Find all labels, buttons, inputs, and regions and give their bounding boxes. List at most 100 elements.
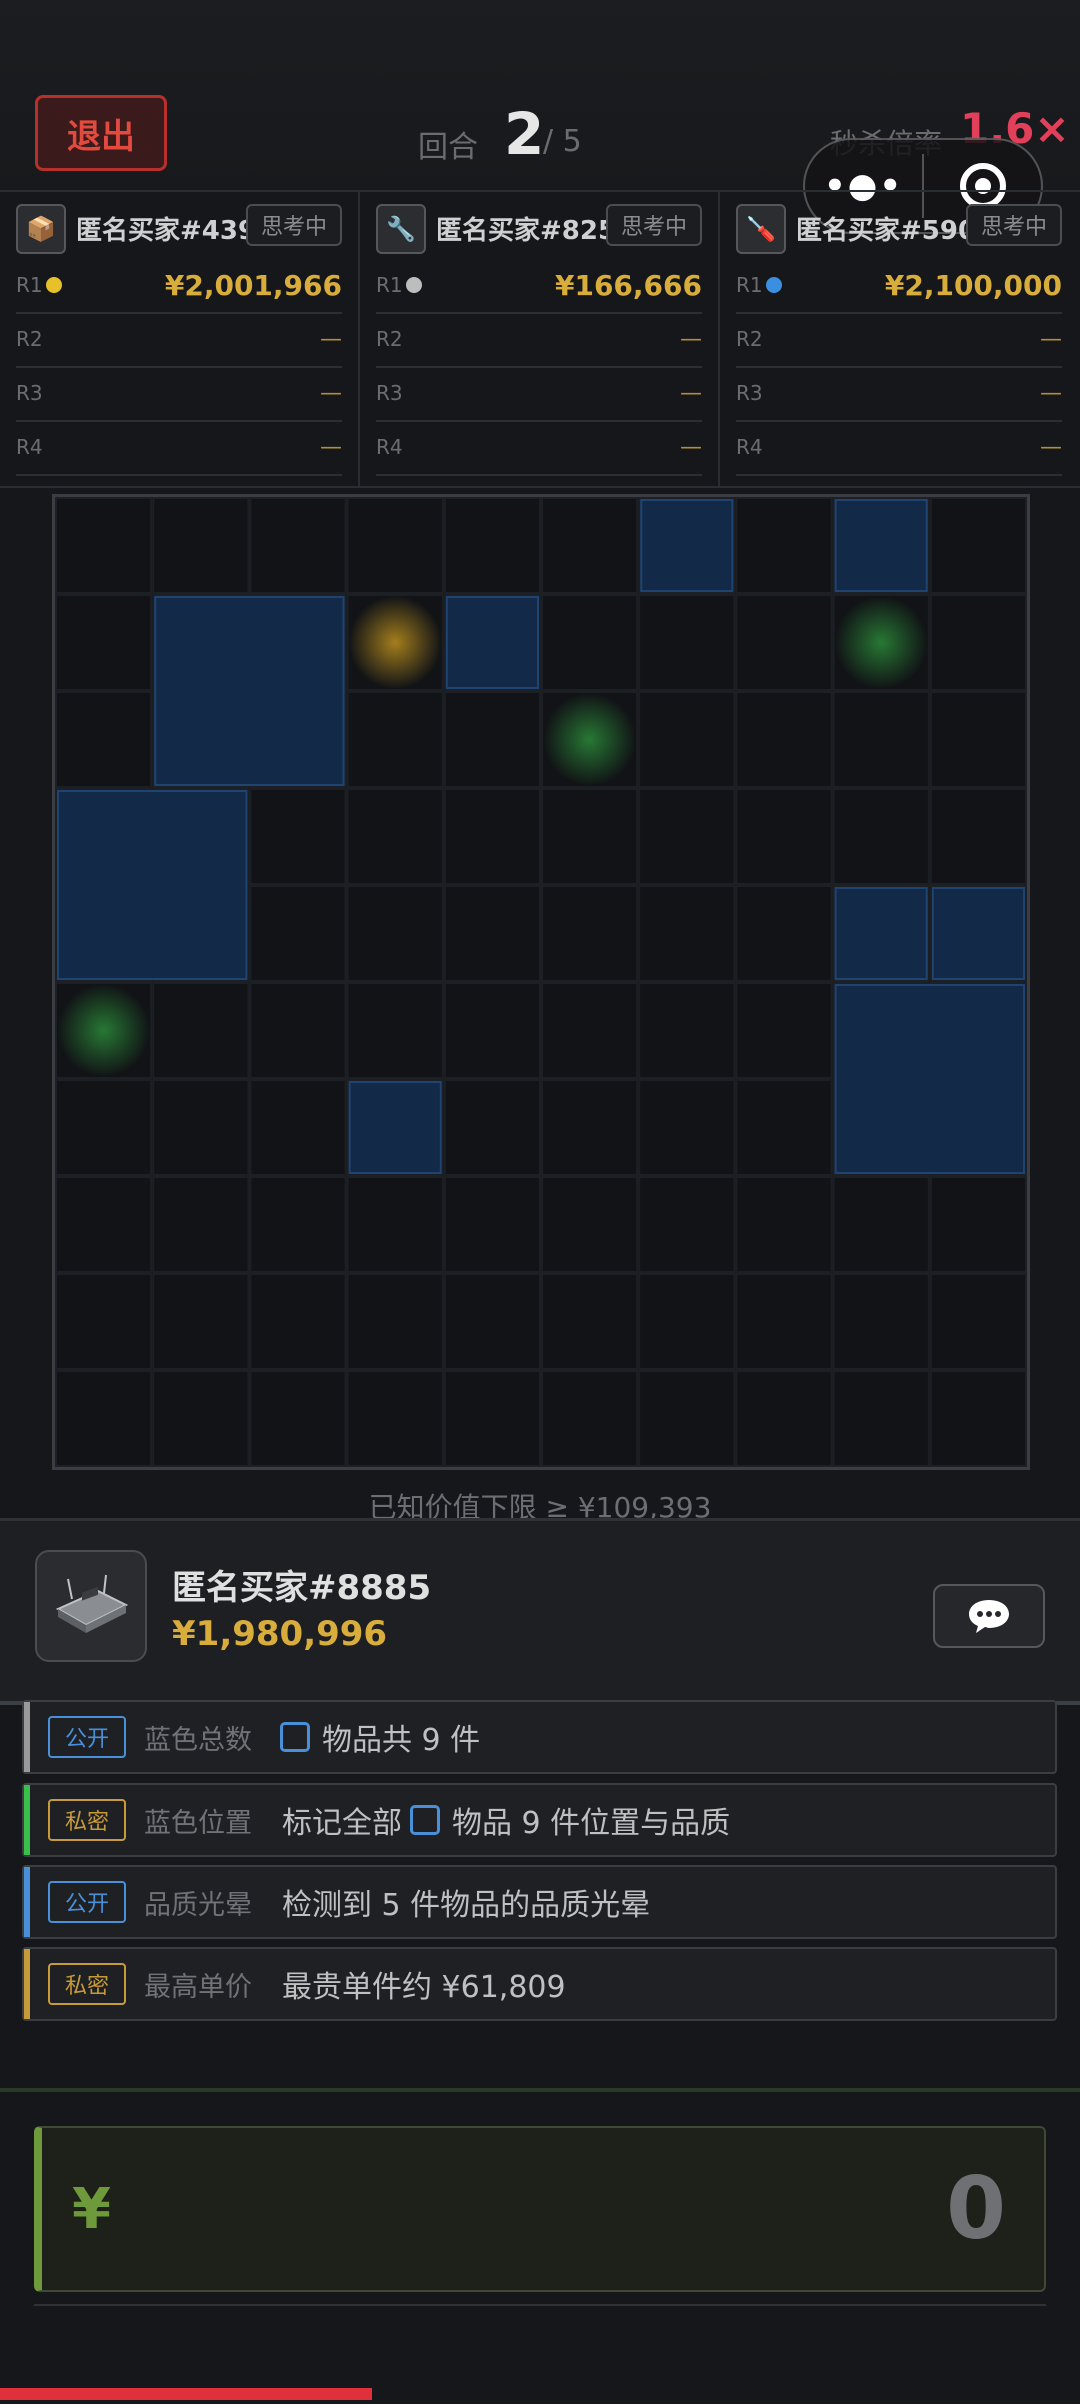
grid-cell[interactable]	[346, 691, 444, 788]
grid-cell[interactable]	[929, 497, 1027, 594]
grid-cell[interactable]	[541, 1370, 639, 1467]
grid-cell[interactable]	[346, 885, 444, 982]
grid-cell[interactable]	[735, 788, 833, 885]
grid-cell[interactable]	[638, 691, 736, 788]
grid-cell[interactable]	[638, 1273, 736, 1370]
grid-cell[interactable]	[55, 594, 153, 691]
grid-cell[interactable]	[443, 497, 541, 594]
grid-cell[interactable]	[735, 1370, 833, 1467]
blue-item-block[interactable]	[348, 1081, 442, 1174]
grid-cell[interactable]	[249, 982, 347, 1079]
grid-cell[interactable]	[346, 1273, 444, 1370]
grid-cell[interactable]	[346, 1370, 444, 1467]
grid-cell[interactable]	[929, 594, 1027, 691]
grid-cell[interactable]	[55, 1079, 153, 1176]
grid-cell[interactable]	[249, 1079, 347, 1176]
grid-cell[interactable]	[929, 1176, 1027, 1273]
grid-cell[interactable]	[638, 1176, 736, 1273]
blue-square-icon	[410, 1805, 440, 1835]
grid-cell[interactable]	[443, 1273, 541, 1370]
round-index: R3	[376, 381, 403, 405]
grid-cell[interactable]	[443, 982, 541, 1079]
grid-cell[interactable]	[929, 788, 1027, 885]
grid-cell[interactable]	[735, 982, 833, 1079]
grid-cell[interactable]	[346, 788, 444, 885]
grid-cell[interactable]	[152, 1079, 250, 1176]
grid-cell[interactable]	[735, 885, 833, 982]
round-index: R3	[16, 381, 43, 405]
grid-cell[interactable]	[638, 788, 736, 885]
exit-button[interactable]: 退出	[35, 95, 167, 171]
grid-cell[interactable]	[541, 1176, 639, 1273]
grid-cell[interactable]	[638, 885, 736, 982]
grid-cell[interactable]	[929, 691, 1027, 788]
grid-cell[interactable]	[832, 1273, 930, 1370]
round-bid-value: —	[320, 326, 342, 352]
grid-cell[interactable]	[55, 691, 153, 788]
grid-cell[interactable]	[541, 788, 639, 885]
grid-cell[interactable]	[638, 1079, 736, 1176]
grid-cell[interactable]	[55, 1176, 153, 1273]
grid-cell[interactable]	[735, 1176, 833, 1273]
blue-item-block[interactable]	[445, 596, 539, 689]
grid-cell[interactable]	[929, 1273, 1027, 1370]
grid-cell[interactable]	[541, 497, 639, 594]
blue-item-block[interactable]	[57, 790, 248, 980]
buyer-round-row: R1 ¥166,666	[376, 258, 702, 314]
grid-cell[interactable]	[541, 1273, 639, 1370]
grid-cell[interactable]	[541, 594, 639, 691]
grid-cell[interactable]	[541, 1079, 639, 1176]
grid-cell[interactable]	[152, 1273, 250, 1370]
grid-cell[interactable]	[443, 1370, 541, 1467]
grid-cell[interactable]	[443, 885, 541, 982]
grid-cell[interactable]	[443, 1176, 541, 1273]
quality-glow	[542, 692, 637, 787]
grid-cell[interactable]	[249, 1176, 347, 1273]
blue-item-block[interactable]	[154, 596, 345, 786]
grid-cell[interactable]	[346, 497, 444, 594]
grid-cell[interactable]	[832, 788, 930, 885]
grid-cell[interactable]	[735, 1273, 833, 1370]
grid-cell[interactable]	[443, 788, 541, 885]
grid-cell[interactable]	[735, 497, 833, 594]
grid-cell[interactable]	[929, 1370, 1027, 1467]
info-action: 标记全部	[282, 1806, 402, 1841]
blue-item-block[interactable]	[834, 984, 1025, 1174]
blue-item-block[interactable]	[640, 499, 734, 592]
chat-button[interactable]	[933, 1584, 1045, 1648]
grid-cell[interactable]	[735, 1079, 833, 1176]
grid-cell[interactable]	[735, 594, 833, 691]
blue-item-block[interactable]	[931, 887, 1025, 980]
grid-cell[interactable]	[638, 594, 736, 691]
grid-cell[interactable]	[152, 497, 250, 594]
grid-cell[interactable]	[832, 1370, 930, 1467]
grid-cell[interactable]	[152, 1176, 250, 1273]
buyer-status-badge: 思考中	[246, 204, 342, 246]
grid-cell[interactable]	[152, 1370, 250, 1467]
grid-cell[interactable]	[249, 497, 347, 594]
grid-cell[interactable]	[638, 1370, 736, 1467]
blue-item-block[interactable]	[834, 499, 928, 592]
grid-cell[interactable]	[346, 1176, 444, 1273]
grid-cell[interactable]	[55, 497, 153, 594]
grid-cell[interactable]	[249, 885, 347, 982]
round-bid-value: —	[680, 434, 702, 460]
grid-cell[interactable]	[249, 1273, 347, 1370]
grid-cell[interactable]	[443, 1079, 541, 1176]
grid-cell[interactable]	[832, 1176, 930, 1273]
grid-cell[interactable]	[346, 982, 444, 1079]
grid-cell[interactable]	[443, 691, 541, 788]
grid-cell[interactable]	[249, 1370, 347, 1467]
bid-input[interactable]: ¥ 0	[34, 2126, 1046, 2292]
grid-cell[interactable]	[249, 788, 347, 885]
grid-cell[interactable]	[55, 1273, 153, 1370]
blue-item-block[interactable]	[834, 887, 928, 980]
grid-cell[interactable]	[55, 1370, 153, 1467]
grid-cell[interactable]	[638, 982, 736, 1079]
grid-cell[interactable]	[152, 982, 250, 1079]
grid-cell[interactable]	[541, 982, 639, 1079]
grid-cell[interactable]	[735, 691, 833, 788]
grid-cell[interactable]	[832, 691, 930, 788]
bid-value: 0	[946, 2159, 1006, 2259]
grid-cell[interactable]	[541, 885, 639, 982]
